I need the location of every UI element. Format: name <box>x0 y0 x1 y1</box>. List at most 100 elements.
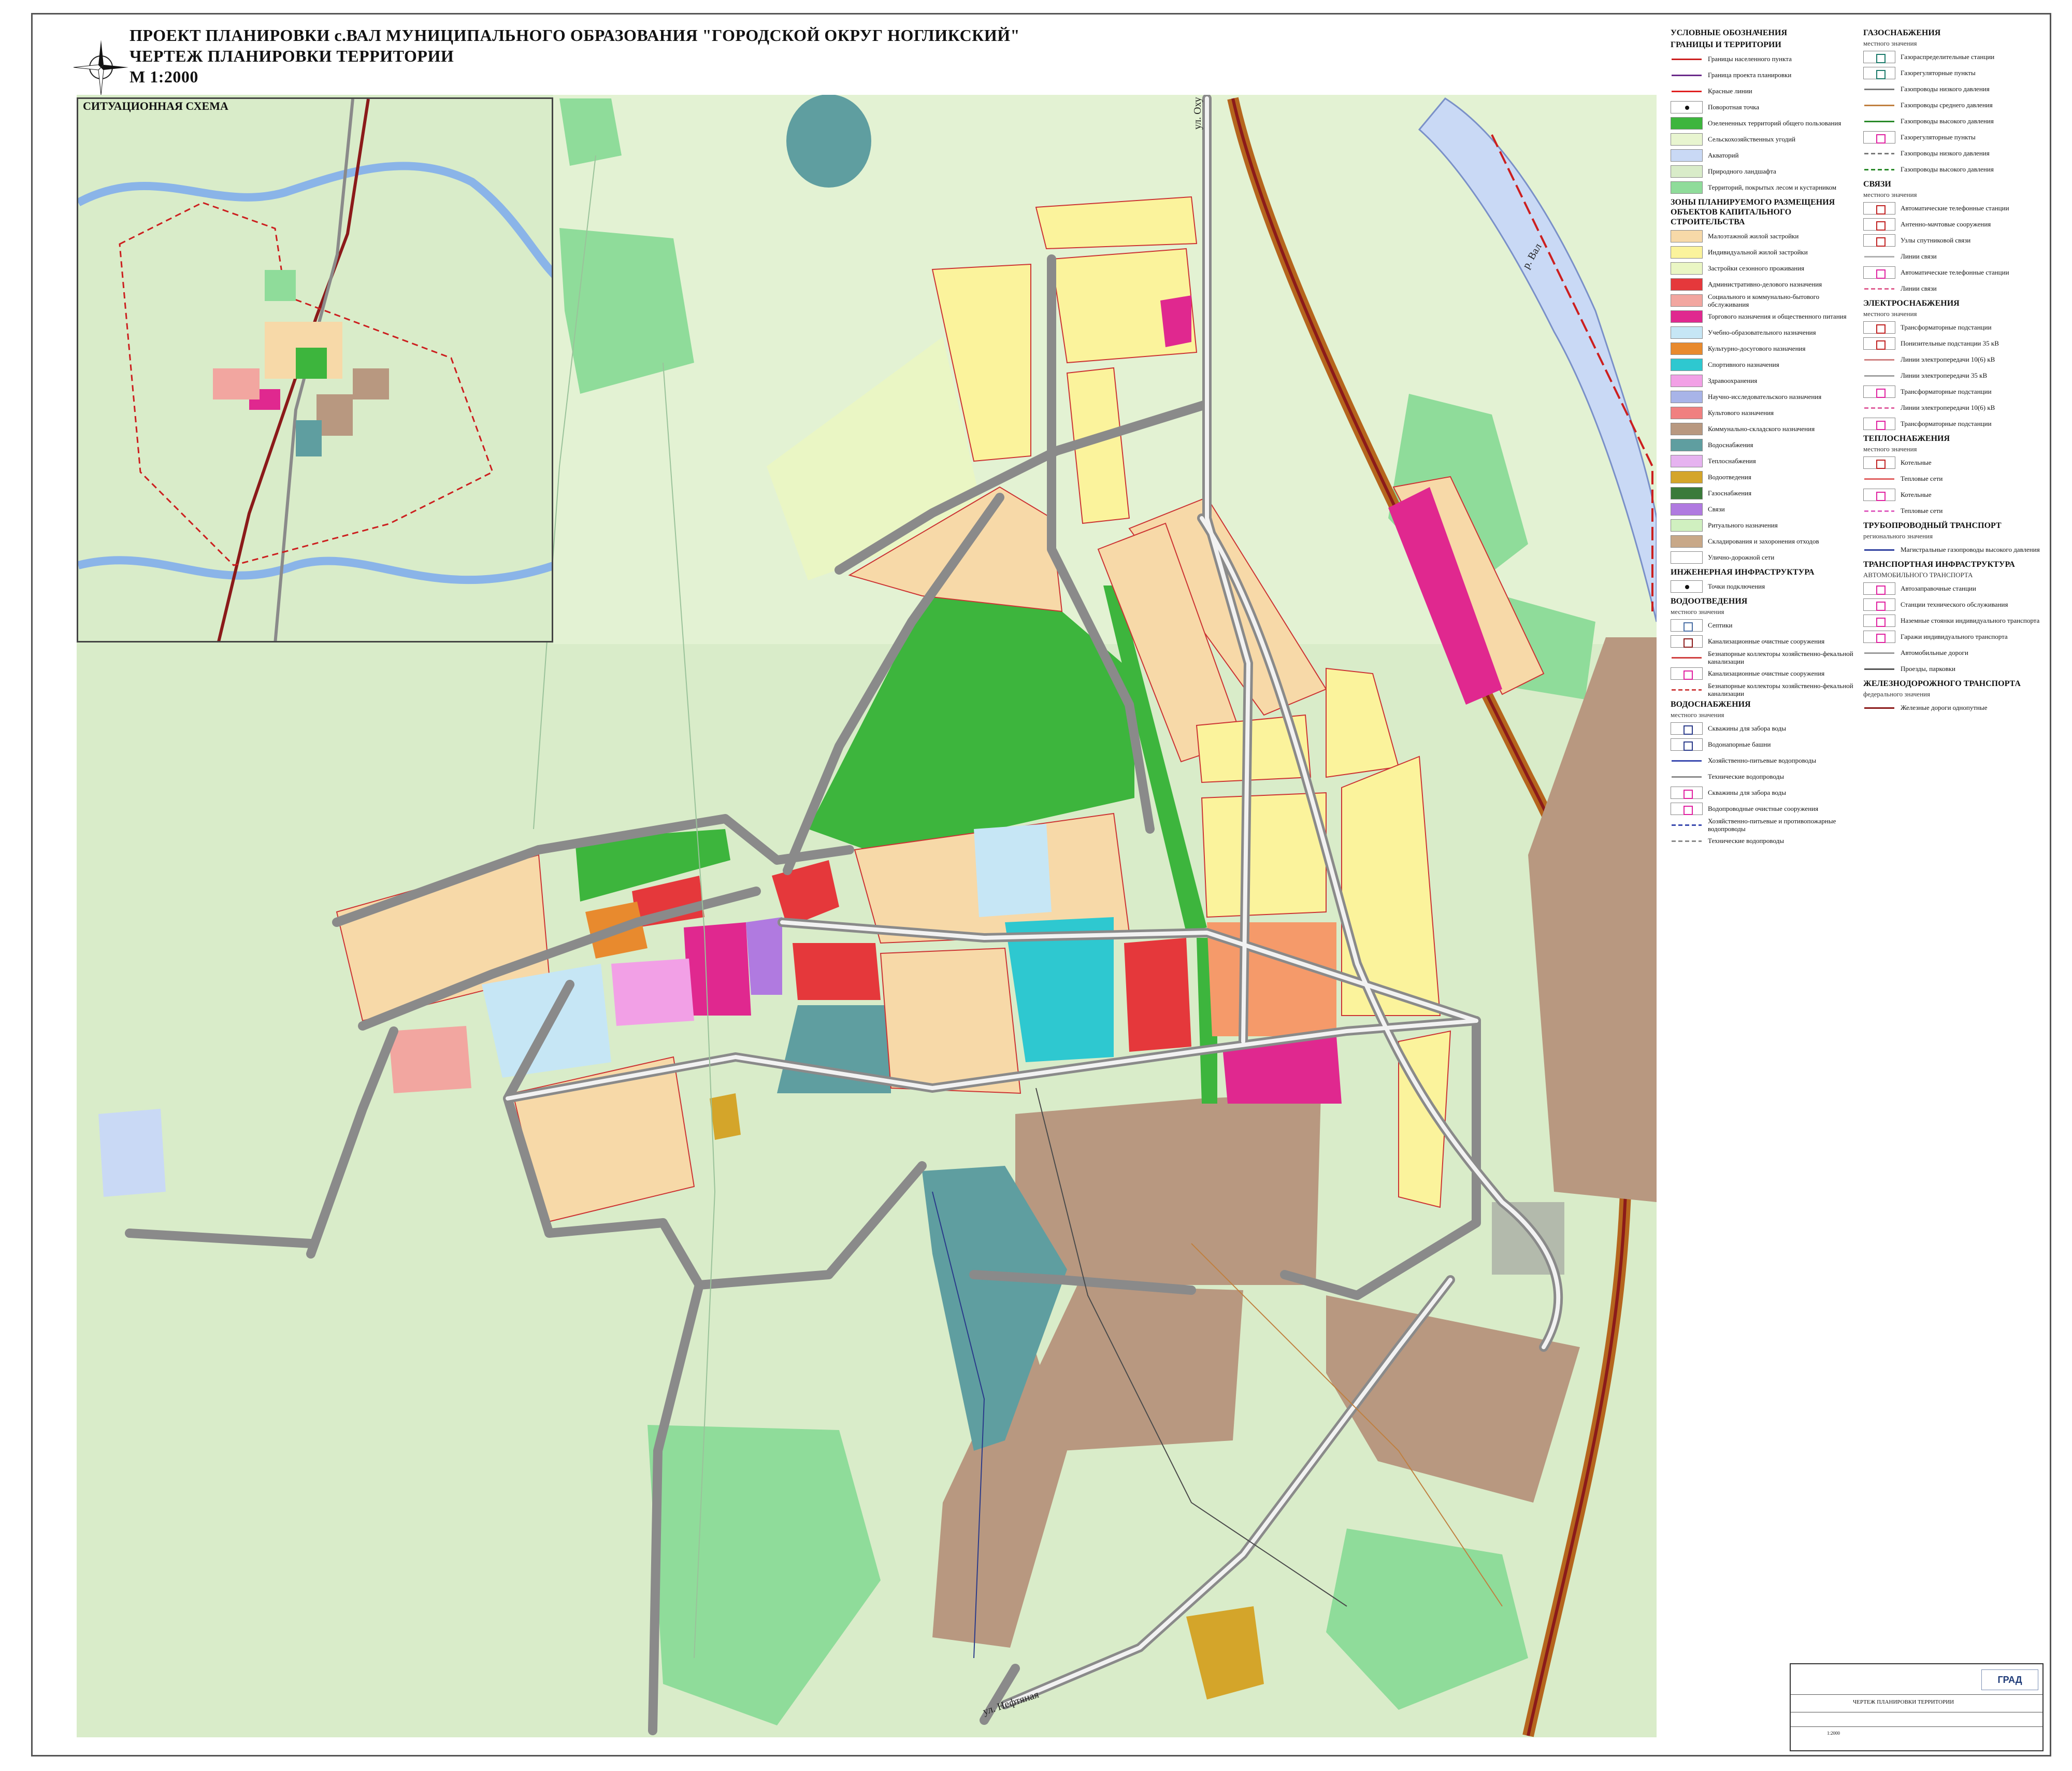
legend-item: Застройки сезонного проживания <box>1671 260 1854 276</box>
legend-item-label: Сельскохозяйственных угодий <box>1708 135 1796 143</box>
legend-item: Складирования и захоронения отходов <box>1671 533 1854 549</box>
legend-swatch <box>1863 646 1895 659</box>
legend-swatch <box>1671 519 1703 532</box>
legend-section-heading: ЖЕЛЕЗНОДОРОЖНОГО ТРАНСПОРТА <box>1863 679 2021 688</box>
legend-item-label: Границы населенного пункта <box>1708 55 1792 63</box>
legend-item: Безнапорные коллекторы хозяйственно-фека… <box>1671 649 1854 665</box>
legend-item: Безнапорные коллекторы хозяйственно-фека… <box>1671 681 1854 697</box>
legend-item: Научно-исследовательского назначения <box>1671 389 1854 405</box>
legend-item: Тепловые сети <box>1863 470 2047 487</box>
legend-item: Хозяйственно-питьевые и противопожарные … <box>1671 817 1854 833</box>
legend-item-label: Газораспределительные станции <box>1901 53 1995 61</box>
legend-swatch <box>1863 282 1895 295</box>
legend-item-label: Котельные <box>1901 459 1932 466</box>
legend-swatch <box>1671 406 1703 419</box>
legend-title: УСЛОВНЫЕ ОБОЗНАЧЕНИЯ <box>1671 28 1787 37</box>
legend-item: Газорегуляторные пункты <box>1863 65 2047 81</box>
legend-swatch <box>1671 181 1703 194</box>
legend-section-subheading: АВТОМОБИЛЬНОГО ТРАНСПОРТА <box>1863 571 1973 579</box>
legend-swatch <box>1671 651 1703 664</box>
legend-item-label: Трансформаторные подстанции <box>1901 388 1992 395</box>
legend-item: Магистральные газопроводы высокого давле… <box>1863 541 2047 558</box>
situation-scheme-map <box>78 99 552 641</box>
legend-swatch <box>1671 101 1703 113</box>
legend-item-label: Теплоснабжения <box>1708 457 1756 465</box>
legend-swatch <box>1863 321 1895 334</box>
legend-swatch <box>1863 337 1895 350</box>
legend-item-label: Связи <box>1708 505 1725 513</box>
legend-item: Антенно-мачтовые сооружения <box>1863 216 2047 232</box>
legend-swatch <box>1671 580 1703 593</box>
title-block: ПРОЕКТ ПЛАНИРОВКИ с.ВАЛ МУНИЦИПАЛЬНОГО О… <box>130 25 1217 87</box>
legend-swatch <box>1863 417 1895 430</box>
legend-item-label: Канализационные очистные сооружения <box>1708 669 1825 677</box>
legend-item-label: Водопроводные очистные сооружения <box>1708 805 1819 812</box>
legend-item: Культурно-досугового назначения <box>1671 340 1854 356</box>
legend-item-label: Антенно-мачтовые сооружения <box>1901 220 1991 228</box>
legend-item: Узлы спутниковой связи <box>1863 232 2047 248</box>
legend-item: Автозаправочные станции <box>1863 580 2047 596</box>
legend-item-label: Природного ландшафта <box>1708 167 1776 175</box>
legend-item: Культового назначения <box>1671 405 1854 421</box>
legend-item: Поворотная точка <box>1671 99 1854 115</box>
legend-item-label: Технические водопроводы <box>1708 773 1784 780</box>
legend-item-label: Складирования и захоронения отходов <box>1708 537 1819 545</box>
legend-item-label: Водоотведения <box>1708 473 1751 481</box>
legend-item-label: Линии связи <box>1901 252 1937 260</box>
legend-section-heading: СВЯЗИ <box>1863 180 1891 189</box>
legend-section-heading: ГРАНИЦЫ И ТЕРРИТОРИИ <box>1671 40 1781 49</box>
legend-item: Тепловые сети <box>1863 503 2047 519</box>
legend-section-heading: ТЕПЛОСНАБЖЕНИЯ <box>1863 434 1950 443</box>
legend-item-label: Территорий, покрытых лесом и кустарником <box>1708 183 1837 191</box>
legend-item: Водоснабжения <box>1671 437 1854 453</box>
legend-swatch <box>1671 262 1703 275</box>
legend-section-heading: ИНЖЕНЕРНАЯ ИНФРАСТРУКТУРА <box>1671 568 1815 577</box>
legend-item-label: Безнапорные коллекторы хозяйственно-фека… <box>1708 681 1853 697</box>
legend-item: Трансформаторные подстанции <box>1863 416 2047 432</box>
legend-column-1: УСЛОВНЫЕ ОБОЗНАЧЕНИЯ ГРАНИЦЫ И ТЕРРИТОРИ… <box>1671 26 1854 849</box>
legend-swatch <box>1863 488 1895 501</box>
legend-item: Канализационные очистные сооружения <box>1671 665 1854 681</box>
legend-swatch <box>1671 667 1703 680</box>
legend-section-heading: ТРУБОПРОВОДНЫЙ ТРАНСПОРТ <box>1863 521 2002 530</box>
legend-item-label: Газоснабжения <box>1708 489 1752 497</box>
legend-swatch <box>1671 230 1703 242</box>
legend-item-label: Скважины для забора воды <box>1708 724 1786 732</box>
stamp-sheet-name: ЧЕРТЕЖ ПЛАНИРОВКИ ТЕРРИТОРИИ <box>1853 1699 1954 1705</box>
legend-item-label: Хозяйственно-питьевые и противопожарные … <box>1708 817 1836 833</box>
legend-item: Газораспределительные станции <box>1863 49 2047 65</box>
legend-item-label: Тепловые сети <box>1901 475 1943 482</box>
legend-item-label: Газорегуляторные пункты <box>1901 133 1976 141</box>
legend-item-label: Газорегуляторные пункты <box>1901 69 1976 77</box>
legend-item-label: Магистральные газопроводы высокого давле… <box>1901 546 2040 553</box>
legend-item-label: Поворотная точка <box>1708 103 1760 111</box>
legend-swatch <box>1671 754 1703 767</box>
legend-swatch <box>1671 84 1703 97</box>
legend-item-label: Понизительные подстанции 35 кВ <box>1901 339 1999 347</box>
legend-item: Автоматические телефонные станции <box>1863 200 2047 216</box>
legend-item: Линии связи <box>1863 248 2047 264</box>
legend-item: Станции технического обслуживания <box>1863 596 2047 612</box>
legend-item-label: Автозаправочные станции <box>1901 584 1976 592</box>
legend-item: Газопроводы среднего давления <box>1863 97 2047 113</box>
legend-item-label: Газопроводы среднего давления <box>1901 101 1993 109</box>
legend-item-label: Акваторий <box>1708 151 1739 159</box>
legend-swatch <box>1671 133 1703 146</box>
legend-item-label: Трансформаторные подстанции <box>1901 420 1992 427</box>
legend-item: Индивидуальной жилой застройки <box>1671 244 1854 260</box>
legend-item: Канализационные очистные сооружения <box>1671 633 1854 649</box>
legend-swatch <box>1863 472 1895 485</box>
legend-item-label: Технические водопроводы <box>1708 837 1784 845</box>
legend-item: Акваторий <box>1671 147 1854 163</box>
legend-item-label: Торгового назначения и общественного пит… <box>1708 312 1847 320</box>
legend-section-subheading: местного значения <box>1863 39 1917 47</box>
legend-swatch <box>1863 353 1895 366</box>
legend-item-label: Административно-делового назначения <box>1708 280 1822 288</box>
legend-item-label: Научно-исследовательского назначения <box>1708 393 1822 401</box>
legend-item: Котельные <box>1863 454 2047 470</box>
legend-item: Гаражи индивидуального транспорта <box>1863 629 2047 645</box>
legend-section-subheading: местного значения <box>1863 310 1917 318</box>
legend-swatch <box>1863 50 1895 63</box>
legend-swatch <box>1671 551 1703 564</box>
legend-item-label: Линии электропередачи 10(6) кВ <box>1901 404 1995 411</box>
